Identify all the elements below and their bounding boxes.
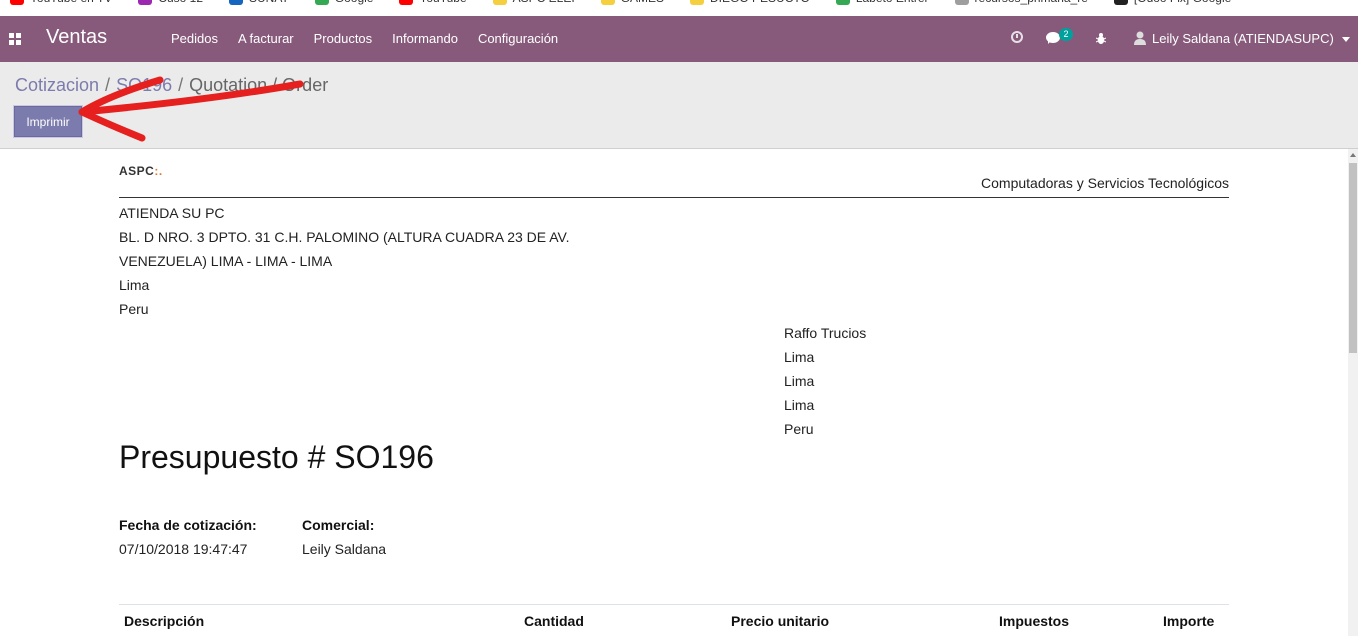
breadcrumb-separator: /	[178, 75, 184, 95]
breadcrumb: Cotizacion / SO196/Quotation / Order	[15, 75, 328, 96]
company-line: Peru	[119, 301, 149, 317]
bookmark-item[interactable]: GAMES	[600, 0, 664, 5]
company-line: VENEZUELA) LIMA - LIMA - LIMA	[119, 253, 333, 269]
col-header-description: Descripción	[124, 613, 205, 629]
company-logo: ASPC:.	[119, 164, 163, 178]
col-header-quantity: Cantidad	[524, 613, 584, 629]
scrollbar-thumb[interactable]	[1349, 163, 1357, 353]
activity-clock-icon[interactable]	[1011, 31, 1023, 43]
col-header-amount: Importe	[1163, 613, 1215, 629]
control-panel: Cotizacion / SO196/Quotation / Order Impri…	[0, 62, 1358, 149]
customer-line: Lima	[784, 349, 815, 365]
page-icon	[954, 0, 969, 5]
menu-pedidos[interactable]: Pedidos	[171, 31, 218, 46]
company-line: ATIENDA SU PC	[119, 205, 225, 221]
vertical-scrollbar[interactable]	[1348, 149, 1358, 636]
menu-configuracion[interactable]: Configuración	[478, 31, 558, 46]
customer-line: Peru	[784, 421, 814, 437]
bookmark-item[interactable]: SUNAT	[229, 0, 289, 5]
bookmark-label: YouTube	[419, 0, 466, 5]
user-menu[interactable]: Leily Saldana (ATIENDASUPC)	[1152, 31, 1334, 46]
bookmark-label: [Odoo Fix] Google	[1134, 0, 1231, 5]
youtube-icon	[10, 0, 24, 5]
google-icon	[314, 0, 329, 5]
bookmark-label: Labeto Entrer	[856, 0, 929, 5]
bookmark-item[interactable]: ASPC ELEI	[492, 0, 575, 5]
menu-informando[interactable]: Informando	[392, 31, 458, 46]
company-tagline: Computadoras y Servicios Tecnológicos	[981, 175, 1229, 191]
sunat-icon	[229, 0, 243, 5]
document-title: Presupuesto # SO196	[119, 439, 434, 475]
bookmark-item[interactable]: [Odoo Fix] Google	[1113, 0, 1231, 5]
table-top-border	[119, 604, 1229, 605]
salesperson-value: Leily Saldana	[302, 541, 387, 557]
report-document: ASPC:. Computadoras y Servicios Tecnológ…	[0, 149, 1348, 636]
bookmark-item[interactable]: Cuso 12	[138, 0, 203, 5]
menu-productos[interactable]: Productos	[314, 31, 373, 46]
bookmark-item[interactable]: recursos_primaria_re	[954, 0, 1088, 5]
debug-bug-icon[interactable]	[1096, 32, 1106, 45]
chat-count-badge: 2	[1059, 28, 1073, 41]
breadcrumb-separator: /	[105, 75, 111, 95]
app-title: Ventas	[46, 26, 108, 48]
breadcrumb-so196[interactable]: SO196	[116, 75, 172, 95]
chevron-down-icon[interactable]	[1342, 37, 1350, 42]
date-label: Fecha de cotización:	[119, 517, 257, 533]
col-header-taxes: Impuestos	[999, 613, 1070, 629]
youtube-icon	[399, 0, 414, 5]
date-value: 07/10/2018 19:47:47	[119, 541, 248, 557]
circle-icon	[138, 0, 153, 5]
customer-line: Lima	[784, 373, 815, 389]
salesperson-block: Comercial: Leily Saldana	[302, 513, 386, 561]
chat-bubble-icon[interactable]	[1046, 32, 1060, 44]
company-line: Lima	[119, 277, 150, 293]
bookmark-item[interactable]: YouTube	[399, 0, 467, 5]
folder-icon	[690, 0, 705, 5]
customer-line: Raffo Trucios	[784, 325, 867, 341]
company-line: BL. D NRO. 3 DPTO. 31 C.H. PALOMINO (ALT…	[119, 229, 570, 245]
main-menu: Pedidos A facturar Productos Informando …	[171, 31, 578, 46]
apps-grid-icon[interactable]	[9, 33, 21, 45]
folder-icon	[600, 0, 615, 5]
bookmark-label: DIEGO PESUCTO	[710, 0, 810, 5]
quotation-date-block: Fecha de cotización: 07/10/2018 19:47:47	[119, 513, 257, 561]
bookmark-item[interactable]: DIEGO PESUCTO	[690, 0, 810, 5]
breadcrumb-current: Quotation / Order	[189, 75, 329, 95]
bookmark-label: SUNAT	[249, 0, 289, 5]
company-address: ATIENDA SU PC BL. D NRO. 3 DPTO. 31 C.H.…	[119, 201, 569, 321]
maps-icon	[835, 0, 850, 5]
header-divider	[119, 197, 1229, 198]
salesperson-label: Comercial:	[302, 517, 375, 533]
user-avatar-icon[interactable]	[1134, 31, 1146, 45]
scroll-up-arrow-icon[interactable]	[1350, 153, 1356, 157]
breadcrumb-cotizacion[interactable]: Cotizacion	[15, 75, 99, 95]
bookmark-label: recursos_primaria_re	[975, 0, 1088, 5]
folder-icon	[492, 0, 507, 5]
bookmark-item[interactable]: Labeto Entrer	[835, 0, 929, 5]
print-button[interactable]: Imprimir	[14, 106, 82, 137]
bookmark-label: Google	[335, 0, 374, 5]
customer-address: Raffo Trucios Lima Lima Lima Peru	[784, 321, 866, 441]
top-navbar: Ventas Pedidos A facturar Productos Info…	[0, 16, 1358, 62]
bookmark-label: GAMES	[621, 0, 664, 5]
bookmarks-bar: YouTube en TV Cuso 12 SUNAT Google YouTube AS…	[0, 0, 1358, 17]
col-header-unit-price: Precio unitario	[731, 613, 830, 629]
customer-line: Lima	[784, 397, 815, 413]
bookmark-label: YouTube en TV	[30, 0, 112, 5]
bookmark-label: ASPC ELEI	[513, 0, 575, 5]
menu-a-facturar[interactable]: A facturar	[238, 31, 294, 46]
bookmark-item[interactable]: Google	[314, 0, 374, 5]
bookmark-label: Cuso 12	[158, 0, 203, 5]
github-icon	[1113, 0, 1128, 5]
bookmark-item[interactable]: YouTube en TV	[10, 0, 112, 5]
